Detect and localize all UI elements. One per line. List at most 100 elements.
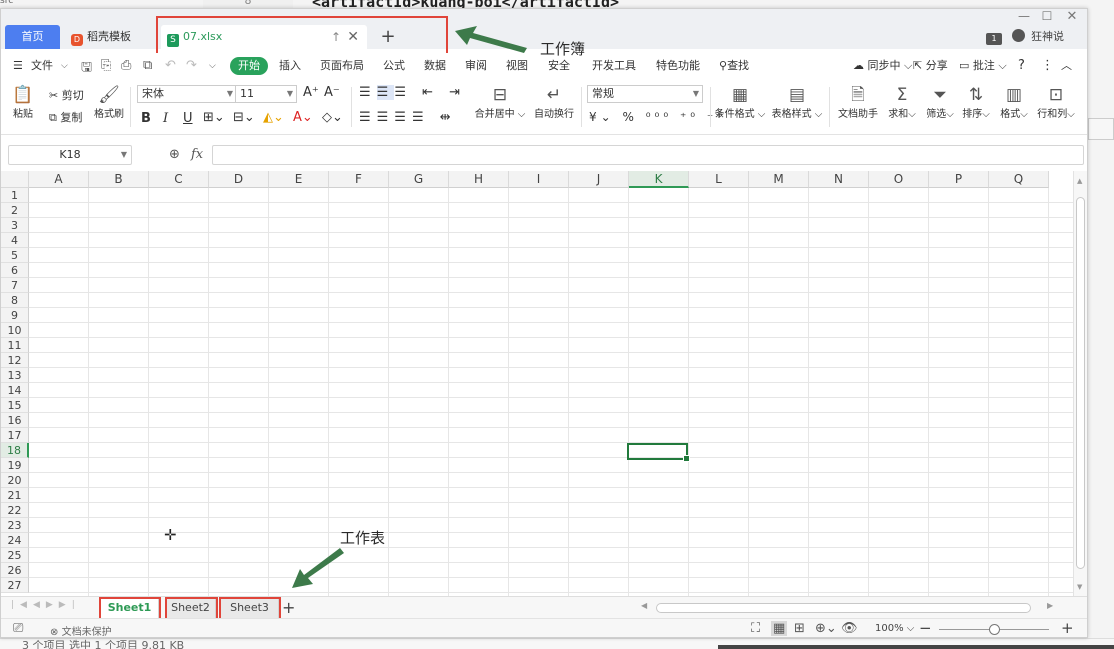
close-window-icon[interactable]: ✕ bbox=[1061, 9, 1083, 24]
font-name-select[interactable]: 宋体 ▼ bbox=[137, 85, 237, 103]
decrease-font-icon[interactable]: A⁻ bbox=[324, 85, 340, 100]
zoom-in-plus-icon[interactable]: + bbox=[1061, 619, 1074, 637]
borders-icon[interactable]: ⊞⌄ bbox=[203, 110, 225, 125]
row-header-17[interactable]: 17 bbox=[1, 428, 29, 443]
share-button[interactable]: ⇱ 分享 bbox=[913, 57, 948, 75]
column-header-n[interactable]: N bbox=[809, 171, 869, 188]
column-header-o[interactable]: O bbox=[869, 171, 929, 188]
name-box[interactable]: K18 ▼ bbox=[8, 145, 132, 165]
export-icon[interactable]: ⎘ bbox=[101, 58, 111, 73]
zoom-slider-handle[interactable] bbox=[989, 624, 1000, 635]
paste-button[interactable]: 📋 粘贴 bbox=[10, 85, 36, 120]
print-preview-icon[interactable]: ⧉ bbox=[143, 58, 152, 73]
row-header-27[interactable]: 27 bbox=[1, 578, 29, 593]
font-size-select[interactable]: 11 ▼ bbox=[235, 85, 297, 103]
clear-format-icon[interactable]: ◇⌄ bbox=[322, 110, 343, 125]
column-header-j[interactable]: J bbox=[569, 171, 629, 188]
row-header-2[interactable]: 2 bbox=[1, 203, 29, 218]
column-header-c[interactable]: C bbox=[149, 171, 209, 188]
avatar[interactable] bbox=[1012, 29, 1025, 42]
sync-button[interactable]: ☁ 同步中 ⌵ bbox=[853, 57, 912, 75]
column-header-e[interactable]: E bbox=[269, 171, 329, 188]
cell-area[interactable] bbox=[29, 188, 1073, 596]
function-icon[interactable]: fx bbox=[191, 147, 203, 162]
row-header-19[interactable]: 19 bbox=[1, 458, 29, 473]
column-header-i[interactable]: I bbox=[509, 171, 569, 188]
sum-button[interactable]: Σ 求和⌵ bbox=[887, 85, 917, 120]
column-header-b[interactable]: B bbox=[89, 171, 149, 188]
menu-page-layout[interactable]: 页面布局 bbox=[320, 57, 364, 75]
fill-color-icon[interactable]: ◭⌄ bbox=[263, 110, 284, 125]
horizontal-scroll-thumb[interactable] bbox=[656, 603, 1031, 613]
row-header-13[interactable]: 13 bbox=[1, 368, 29, 383]
column-header-k[interactable]: K bbox=[629, 171, 689, 188]
scroll-down-icon[interactable]: ▼ bbox=[1077, 583, 1082, 591]
doc-assistant-button[interactable]: 🗎 文档助手 bbox=[836, 85, 880, 120]
font-color-icon[interactable]: A⌄ bbox=[293, 110, 313, 125]
row-header-5[interactable]: 5 bbox=[1, 248, 29, 263]
column-header-f[interactable]: F bbox=[329, 171, 389, 188]
row-header-21[interactable]: 21 bbox=[1, 488, 29, 503]
menu-file[interactable]: 文件 bbox=[31, 57, 53, 75]
cut-button[interactable]: ✂ 剪切 bbox=[49, 87, 84, 103]
menu-home[interactable]: 开始 bbox=[230, 57, 268, 75]
page-layout-view-icon[interactable]: ⊞ bbox=[794, 621, 805, 636]
collapse-ribbon-icon[interactable]: ︿ bbox=[1061, 57, 1072, 75]
menu-view[interactable]: 视图 bbox=[506, 57, 528, 75]
scroll-right-icon[interactable]: ▶ bbox=[1047, 601, 1053, 610]
column-header-q[interactable]: Q bbox=[989, 171, 1049, 188]
menu-review[interactable]: 审阅 bbox=[465, 57, 487, 75]
row-header-7[interactable]: 7 bbox=[1, 278, 29, 293]
merge-center-button[interactable]: ⊟ 合并居中 ⌵ bbox=[474, 85, 526, 120]
vertical-scrollbar[interactable]: ▲ ▼ bbox=[1073, 171, 1087, 596]
format-painter-button[interactable]: 🖌 格式刷 bbox=[93, 85, 125, 120]
number-format-icons[interactable]: ¥⌄ % ⁰⁰⁰ ⁺⁰ ⁻⁰ bbox=[589, 110, 726, 124]
row-header-16[interactable]: 16 bbox=[1, 413, 29, 428]
increase-font-icon[interactable]: A⁺ bbox=[303, 85, 319, 100]
menu-data[interactable]: 数据 bbox=[424, 57, 446, 75]
hamburger-icon[interactable]: ☰ bbox=[13, 57, 23, 75]
row-header-14[interactable]: 14 bbox=[1, 383, 29, 398]
row-col-button[interactable]: ⊡ 行和列⌵ bbox=[1036, 85, 1076, 120]
menu-insert[interactable]: 插入 bbox=[279, 57, 301, 75]
vertical-scroll-thumb[interactable] bbox=[1076, 197, 1085, 569]
normal-view-icon[interactable]: ▦ bbox=[771, 621, 788, 636]
sheet-navigation-icons[interactable]: |◀◀▶▶| bbox=[11, 600, 81, 610]
zoom-out-icon[interactable]: − bbox=[919, 619, 932, 637]
more-options-icon[interactable]: ⋮ bbox=[1041, 57, 1054, 75]
italic-icon[interactable]: I bbox=[163, 111, 168, 126]
user-name[interactable]: 狂神说 bbox=[1031, 30, 1064, 43]
row-header-23[interactable]: 23 bbox=[1, 518, 29, 533]
scroll-left-icon[interactable]: ◀ bbox=[641, 601, 647, 610]
print-icon[interactable]: ⎙ bbox=[121, 58, 131, 73]
cell-style-icon[interactable]: ⊟⌄ bbox=[233, 110, 255, 125]
menu-developer[interactable]: 开发工具 bbox=[592, 57, 636, 75]
redo-icon[interactable]: ↷ bbox=[186, 58, 197, 73]
column-header-a[interactable]: A bbox=[29, 171, 89, 188]
active-cell-k18[interactable] bbox=[627, 443, 690, 462]
help-icon[interactable]: ? bbox=[1018, 57, 1025, 75]
conditional-format-button[interactable]: ▦ 条件格式 ⌵ bbox=[714, 85, 766, 120]
horizontal-align-icons[interactable]: ☰☰☰☰ ⇹ bbox=[359, 110, 457, 125]
copy-button[interactable]: ⧉ 复制 bbox=[49, 109, 82, 125]
row-header-3[interactable]: 3 bbox=[1, 218, 29, 233]
save-icon[interactable]: 🖫 bbox=[81, 58, 92, 80]
quick-access-chevron-icon[interactable]: ⌵ bbox=[209, 61, 216, 71]
menu-formulas[interactable]: 公式 bbox=[383, 57, 405, 75]
menu-search[interactable]: ⚲查找 bbox=[719, 57, 749, 75]
column-header-h[interactable]: H bbox=[449, 171, 509, 188]
align-middle-icon[interactable]: ☰ bbox=[376, 85, 395, 100]
zoom-in-icon[interactable]: ⊕ bbox=[169, 147, 180, 162]
row-header-4[interactable]: 4 bbox=[1, 233, 29, 248]
row-header-1[interactable]: 1 bbox=[1, 188, 29, 203]
column-header-p[interactable]: P bbox=[929, 171, 989, 188]
tab-docer-templates[interactable]: D 稻壳模板 bbox=[65, 25, 157, 49]
row-header-6[interactable]: 6 bbox=[1, 263, 29, 278]
undo-icon[interactable]: ↶ bbox=[165, 58, 176, 73]
user-area[interactable]: 1 狂神说 bbox=[986, 28, 1064, 45]
row-header-10[interactable]: 10 bbox=[1, 323, 29, 338]
eye-protection-icon[interactable]: 👁 bbox=[841, 621, 858, 636]
column-header-g[interactable]: G bbox=[389, 171, 449, 188]
page-break-view-icon[interactable]: ⊕⌄ bbox=[815, 621, 837, 636]
fullscreen-icon[interactable]: ⛶ bbox=[751, 621, 760, 636]
